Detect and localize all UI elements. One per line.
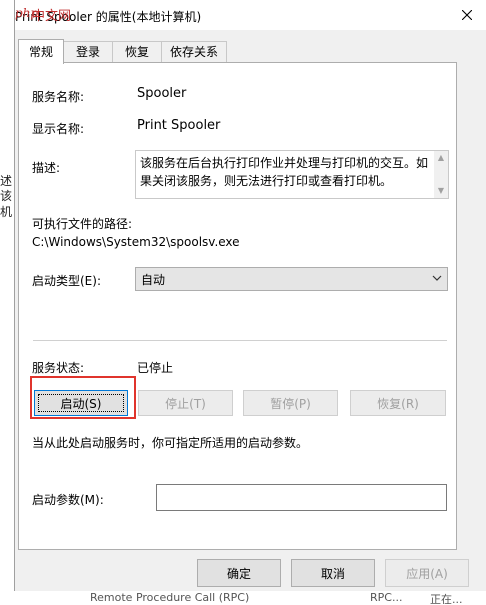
scroll-up-icon[interactable]: ▲: [434, 151, 448, 165]
start-params-input[interactable]: [156, 484, 447, 511]
service-name-value: Spooler: [137, 86, 187, 101]
pause-service-button[interactable]: 暂停(P): [243, 390, 338, 416]
tab-logon[interactable]: 登录: [63, 41, 113, 63]
tab-general[interactable]: 常规: [18, 39, 64, 64]
highlight-box: [30, 376, 136, 419]
startup-type-value: 自动: [141, 273, 166, 287]
display-name-label: 显示名称:: [32, 122, 85, 136]
apply-button[interactable]: 应用(A): [385, 559, 469, 587]
watermark-logo: php 中文网: [15, 2, 71, 24]
cancel-button[interactable]: 取消: [291, 559, 375, 587]
close-button[interactable]: [455, 4, 479, 26]
ok-button[interactable]: 确定: [197, 559, 281, 587]
tab-recovery[interactable]: 恢复: [112, 41, 162, 63]
background-service-desc: RPC...: [370, 591, 403, 604]
description-text: 该服务在后台执行打印作业并处理与打印机的交互。如果关闭该服务，则无法进行打印或查…: [140, 156, 429, 188]
description-scrollbar[interactable]: ▲ ▼: [434, 151, 448, 198]
background-app-edge: [0, 0, 15, 605]
service-status-value: 已停止: [137, 361, 174, 375]
exe-path-label: 可执行文件的路径:: [32, 217, 133, 231]
background-service-status: 正在...: [430, 593, 463, 605]
background-text-fragment: 该: [0, 189, 13, 203]
start-params-hint: 当从此处启动服务时，你可指定所适用的启动参数。: [32, 436, 309, 450]
service-status-label: 服务状态:: [32, 361, 85, 375]
service-name-label: 服务名称:: [32, 90, 85, 104]
startup-type-label: 启动类型(E):: [32, 274, 101, 288]
chevron-down-icon: [432, 275, 442, 281]
logo-cn-text: 中文网: [32, 9, 72, 24]
resume-service-button[interactable]: 恢复(R): [350, 390, 446, 416]
close-icon: [462, 10, 472, 20]
start-params-label: 启动参数(M):: [32, 493, 104, 507]
description-label: 描述:: [32, 161, 61, 175]
title-bar[interactable]: Print Spooler 的属性(本地计算机) php 中文网: [15, 0, 486, 30]
startup-type-dropdown[interactable]: 自动: [135, 267, 448, 291]
tab-dependencies[interactable]: 依存关系: [161, 41, 227, 63]
description-box[interactable]: 该服务在后台执行打印作业并处理与打印机的交互。如果关闭该服务，则无法进行打印或查…: [135, 150, 449, 199]
section-divider: [33, 340, 447, 341]
exe-path-value: C:\Windows\System32\spoolsv.exe: [32, 235, 240, 249]
background-service-name: Remote Procedure Call (RPC): [90, 591, 250, 604]
background-service-row: Remote Procedure Call (RPC) RPC... 正在...: [0, 591, 486, 605]
background-text-fragment: 机: [0, 205, 13, 219]
display-name-value: Print Spooler: [137, 118, 221, 133]
stop-service-button[interactable]: 停止(T): [138, 390, 233, 416]
scroll-down-icon[interactable]: ▼: [434, 184, 448, 198]
